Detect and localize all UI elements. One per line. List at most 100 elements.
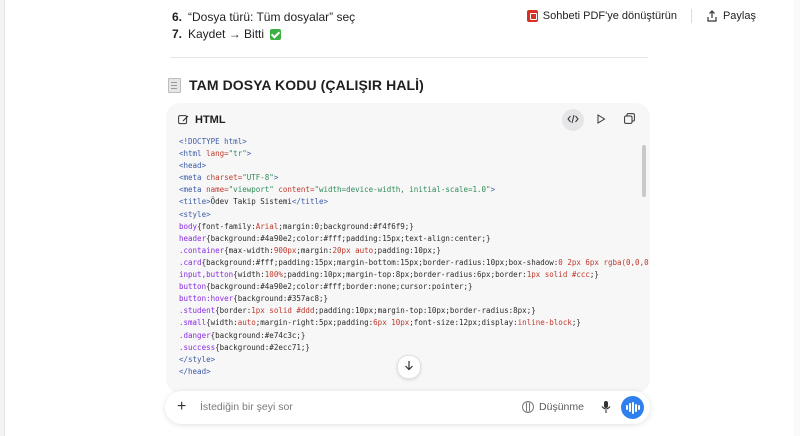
think-label: Düşünme [539, 401, 584, 413]
code-token: <style> [179, 209, 211, 219]
code-token: charset= [206, 173, 243, 183]
convert-to-pdf-button[interactable]: Sohbeti PDF'ye dönüştürün [523, 8, 681, 24]
code-token: .container [179, 245, 225, 255]
code-token: > [490, 185, 496, 195]
code-token: name= [206, 185, 229, 195]
code-line: <meta name="viewport" content="width=dev… [179, 184, 636, 196]
code-token: "UTF-8" [242, 173, 274, 183]
code-token: <head> [179, 161, 207, 171]
code-line: body{font-family:Arial;margin:0;backgrou… [179, 221, 636, 233]
conversation-actions: Sohbeti PDF'ye dönüştürün Paylaş [523, 8, 760, 24]
code-line: header{background:#4a90e2;color:#fff;pad… [179, 233, 636, 245]
code-language-label: HTML [195, 114, 226, 126]
code-token: button:hover [179, 294, 234, 304]
step-number: 7. [172, 27, 183, 41]
edit-icon [178, 114, 189, 126]
share-label: Paylaş [722, 10, 756, 22]
code-line: .student{border:1px solid #ddd;padding:1… [179, 305, 636, 317]
code-token: header [179, 233, 207, 243]
code-line: .card{background:#fff;padding:15px;margi… [179, 257, 650, 269]
code-token: Arial [255, 221, 279, 231]
scroll-down-button[interactable] [397, 355, 421, 379]
code-line: .success{background:#2ecc71;} [179, 342, 636, 354]
code-token: ;} [571, 318, 581, 328]
code-token: </title> [291, 197, 329, 207]
code-token: ;padding:10px;margin-top:10px;border-rad… [314, 306, 536, 316]
code-token: {background:#4a90e2;color:#fff;padding:1… [206, 233, 491, 243]
code-token: .danger [179, 330, 211, 340]
code-token: {background:#4a90e2;color:#fff;border:no… [206, 282, 473, 292]
code-token: ;margin:0;background:#f4f6f9;} [278, 221, 414, 231]
code-token: {width: [206, 318, 238, 328]
right-window-edge [794, 0, 800, 436]
pdf-icon [526, 10, 538, 22]
code-token: "width=device-width, initial-scale=1.0" [314, 185, 491, 195]
code-line: <meta charset="UTF-8"> [179, 172, 636, 184]
code-line: <!DOCTYPE html> [179, 136, 636, 148]
code-line: button:hover{background:#357ac8;} [179, 293, 636, 305]
left-window-edge [0, 0, 5, 436]
code-line: <html lang="tr"> [179, 148, 636, 160]
share-icon [706, 10, 718, 22]
code-block-header: HTML [166, 103, 650, 137]
microphone-icon[interactable] [600, 400, 612, 414]
section-heading-text: TAM DOSYA KODU (ÇALIŞIR HALİ) [189, 77, 424, 93]
copy-code-button[interactable] [618, 109, 640, 131]
code-scrollbar[interactable] [642, 145, 646, 197]
code-token: {max-width: [224, 245, 274, 255]
code-token: <!DOCTYPE html> [179, 137, 247, 146]
code-token: {background:#e74c3c;} [210, 330, 306, 340]
voice-mode-button[interactable] [621, 396, 644, 419]
run-preview-button[interactable] [590, 109, 612, 131]
chat-input-placeholder[interactable]: İstediğin bir şeyi sor [200, 401, 293, 413]
code-line: .container{max-width:900px;margin:20px a… [179, 245, 636, 257]
code-block-actions [562, 109, 640, 131]
convert-to-pdf-label: Sohbeti PDF'ye dönüştürün [542, 10, 677, 22]
code-token: auto [237, 318, 256, 328]
code-token: {background:#357ac8;} [233, 294, 329, 304]
divider [690, 9, 692, 23]
code-token: <meta [179, 185, 207, 195]
code-token: ;margin: [296, 245, 333, 255]
globe-icon [522, 401, 535, 413]
code-token: <meta [179, 173, 207, 183]
section-heading: TAM DOSYA KODU (ÇALIŞIR HALİ) [168, 77, 424, 93]
code-token: .student [179, 306, 216, 316]
code-token: {width: [233, 270, 265, 280]
step-text: Kaydet → Bitti [188, 27, 265, 41]
code-token: .card [179, 257, 202, 267]
code-token: content= [278, 185, 315, 195]
code-token: lang= [206, 149, 229, 159]
play-icon [596, 113, 606, 127]
chat-input-bar[interactable]: + İstediğin bir şeyi sor Düşünme [165, 391, 650, 424]
code-token: <html [179, 149, 207, 159]
code-token: > [273, 173, 279, 183]
code-token: 20px auto [332, 245, 374, 255]
code-token: > [246, 149, 252, 159]
code-line: <head> [179, 160, 636, 172]
code-block: HTML <!DOCTYPE html> <html lang="tr"> <hea… [166, 103, 650, 393]
code-token: </style> [179, 354, 216, 364]
code-line: input,button{width:100%;padding:10px;mar… [179, 269, 636, 281]
share-button[interactable]: Paylaş [702, 8, 760, 24]
code-language: HTML [178, 114, 226, 126]
think-toggle[interactable]: Düşünme [522, 401, 584, 413]
code-token: inline-block [517, 318, 572, 328]
copy-icon [623, 113, 635, 127]
list-item-step-7: 7. Kaydet → Bitti [172, 27, 282, 41]
code-token: {background:#fff;padding:15px;margin-bot… [201, 257, 559, 267]
code-token: 1px solid #ddd [251, 306, 315, 316]
plus-icon[interactable]: + [177, 399, 186, 415]
code-token: {font-family: [197, 221, 256, 231]
code-view-button[interactable] [562, 109, 584, 131]
code-token: input,button [179, 270, 234, 280]
code-token: 1px solid #ccc [526, 270, 590, 280]
code-token: 6px 10px [373, 318, 410, 328]
code-token: "viewport" [228, 185, 279, 195]
section-divider [170, 57, 648, 58]
arrow-down-icon [404, 360, 414, 374]
code-token: {border: [215, 306, 252, 316]
code-token: ;} [589, 270, 599, 280]
code-token: .success [179, 342, 216, 352]
step-number: 6. [172, 10, 183, 24]
